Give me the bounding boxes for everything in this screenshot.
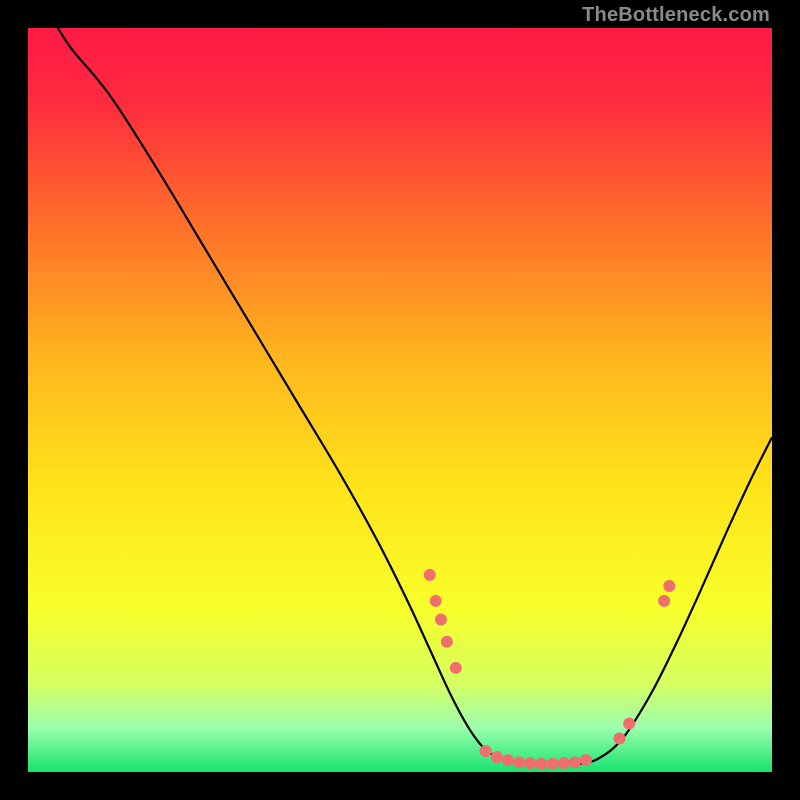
- data-marker: [569, 756, 581, 768]
- data-marker: [480, 745, 492, 757]
- data-marker: [558, 757, 570, 769]
- data-marker: [491, 751, 503, 763]
- data-marker: [663, 580, 675, 592]
- data-marker: [535, 758, 547, 770]
- data-marker: [580, 754, 592, 766]
- watermark-text: TheBottleneck.com: [582, 4, 770, 27]
- data-marker: [430, 595, 442, 607]
- data-marker: [424, 569, 436, 581]
- data-marker: [524, 757, 536, 769]
- data-marker: [547, 758, 559, 770]
- chart-frame: [28, 28, 772, 772]
- data-marker: [502, 754, 514, 766]
- data-marker: [450, 662, 462, 674]
- data-marker: [513, 756, 525, 768]
- data-marker: [435, 613, 447, 625]
- bottleneck-chart: [28, 28, 772, 772]
- data-marker: [441, 636, 453, 648]
- data-marker: [658, 595, 670, 607]
- data-marker: [613, 733, 625, 745]
- data-marker: [623, 718, 635, 730]
